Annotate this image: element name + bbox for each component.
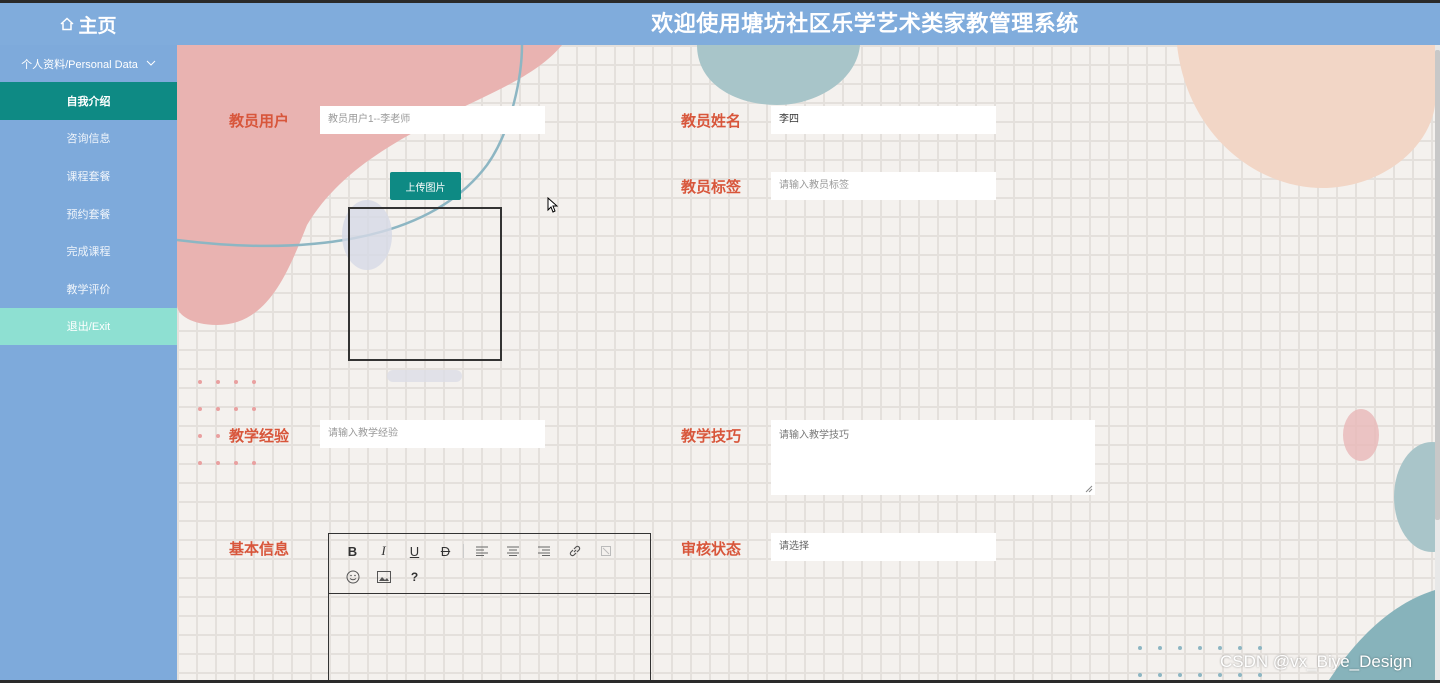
system-title: 欢迎使用塘坊社区乐学艺术类家教管理系统	[651, 11, 1079, 36]
teaching-skill-placeholder: 请输入教学技巧	[779, 430, 849, 441]
underline-button[interactable]: U	[399, 538, 430, 564]
upload-image-button[interactable]: 上传图片	[390, 172, 461, 200]
emoji-button[interactable]	[337, 564, 368, 590]
strikethrough-button[interactable]: D	[430, 538, 461, 564]
image-preview-box	[348, 207, 502, 361]
teacher-tag-label: 教员标签	[681, 179, 742, 196]
sidebar-item-teaching-review[interactable]: 教学评价	[0, 270, 177, 308]
sidebar-group-personal-data[interactable]: 个人资料/Personal Data	[0, 45, 177, 82]
teacher-name-label: 教员姓名	[681, 113, 742, 130]
teaching-exp-placeholder: 请输入教学经验	[328, 428, 398, 439]
teacher-tag-field[interactable]: 请输入教员标签	[771, 172, 996, 200]
home-label[interactable]: 主页	[78, 11, 116, 38]
bold-button[interactable]: B	[337, 538, 368, 564]
help-button[interactable]: ?	[399, 564, 430, 590]
toolbar-separator	[463, 544, 464, 558]
basic-info-label: 基本信息	[229, 541, 290, 558]
teacher-tag-placeholder: 请输入教员标签	[779, 180, 849, 191]
sidebar-item-self-intro[interactable]: 自我介绍	[0, 82, 177, 120]
unlink-button[interactable]	[590, 538, 621, 564]
sidebar-item-consult-info[interactable]: 咨询信息	[0, 120, 177, 158]
teacher-user-field[interactable]: 教员用户1--李老师	[320, 106, 545, 134]
align-right-icon	[537, 546, 550, 556]
teaching-skill-label: 教学技巧	[681, 428, 742, 445]
editor-toolbar: B I U D ?	[329, 534, 650, 594]
link-icon	[569, 545, 580, 557]
teacher-user-value: 教员用户1--李老师	[328, 114, 411, 125]
sidebar-item-exit[interactable]: 退出/Exit	[0, 307, 177, 346]
align-left-icon	[475, 546, 488, 556]
emoji-icon	[346, 570, 359, 584]
sidebar-item-completed-course[interactable]: 完成课程	[0, 232, 177, 270]
insert-image-button[interactable]	[368, 564, 399, 590]
top-bar: 主页 欢迎使用塘坊社区乐学艺术类家教管理系统	[0, 0, 1440, 45]
teacher-name-field[interactable]: 李四	[771, 106, 996, 134]
image-icon	[376, 571, 391, 583]
rich-text-editor: B I U D ?	[328, 533, 651, 683]
teaching-exp-label: 教学经验	[229, 428, 290, 445]
teaching-skill-textarea[interactable]: 请输入教学技巧	[771, 420, 1095, 495]
main-content: 教员用户 教员用户1--李老师 教员姓名 李四 上传图片 教员标签 请输入教员标…	[177, 45, 1435, 683]
scrollbar-thumb[interactable]	[1435, 50, 1440, 520]
sidebar-item-booking-package[interactable]: 预约套餐	[0, 195, 177, 233]
sidebar-group-label: 个人资料/Personal Data	[21, 58, 138, 71]
align-left-button[interactable]	[466, 538, 497, 564]
align-right-button[interactable]	[528, 538, 559, 564]
teacher-user-label: 教员用户	[229, 113, 290, 130]
italic-button[interactable]: I	[368, 538, 399, 564]
mouse-cursor-icon	[547, 197, 558, 213]
resize-handle-icon[interactable]	[1085, 485, 1093, 493]
teaching-exp-field[interactable]: 请输入教学经验	[320, 420, 545, 448]
sidebar: 个人资料/Personal Data 自我介绍 咨询信息 课程套餐 预约套餐 完…	[0, 45, 177, 683]
link-button[interactable]	[559, 538, 590, 564]
home-link[interactable]: 主页	[0, 3, 177, 45]
unlink-icon	[600, 546, 611, 556]
review-status-label: 审核状态	[681, 541, 742, 558]
review-status-placeholder: 请选择	[779, 541, 809, 552]
watermark: CSDN @vx_Biye_Design	[1220, 652, 1413, 671]
sidebar-item-course-package[interactable]: 课程套餐	[0, 157, 177, 195]
align-center-icon	[506, 546, 519, 556]
chevron-down-icon	[146, 60, 156, 66]
align-center-button[interactable]	[497, 538, 528, 564]
review-status-select[interactable]: 请选择	[771, 533, 996, 561]
home-icon	[60, 17, 74, 31]
